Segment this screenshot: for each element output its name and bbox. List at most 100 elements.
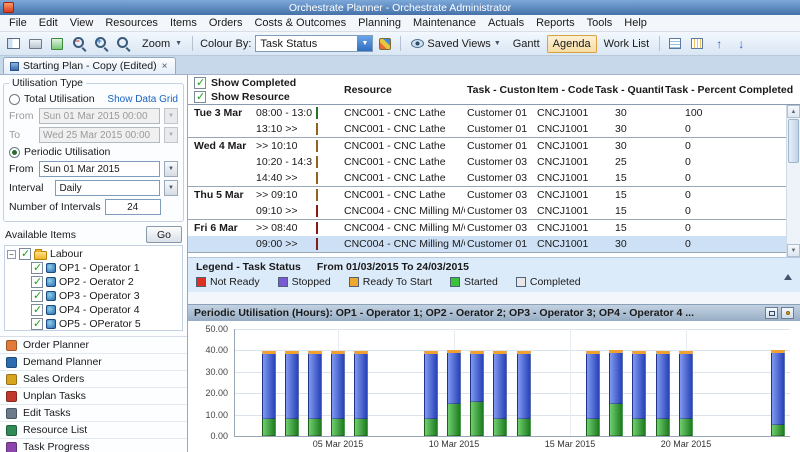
chevron-down-icon[interactable]: ▼ [357,36,372,51]
total-from-value: Sun 01 Mar 2015 00:00 [43,111,148,122]
gantt-button[interactable]: Gantt [508,35,545,53]
apply-colour-button[interactable] [375,34,395,54]
table-row[interactable]: Tue 3 Mar08:00 - 13:00CNC001 - CNC Lathe… [188,105,786,121]
menu-tools[interactable]: Tools [581,16,619,30]
table-row[interactable]: 10:20 - 14:30CNC001 - CNC LatheCustomer … [188,154,786,170]
cell-status [312,222,342,234]
tree-checkbox[interactable] [31,262,43,274]
menu-edit[interactable]: Edit [33,16,64,30]
collapse-legend-button[interactable] [784,262,792,274]
menu-resources[interactable]: Resources [99,16,164,30]
agenda-button[interactable]: Agenda [547,35,597,53]
nav-item-task-progress[interactable]: Task Progress [0,439,187,452]
tree-node-labour[interactable]: −Labour [7,247,180,261]
menu-actuals[interactable]: Actuals [482,16,530,30]
colour-by-combobox[interactable]: Task Status ▼ [255,35,373,52]
collapse-all-icon[interactable] [687,34,707,54]
menu-view[interactable]: View [64,16,100,30]
show-completed-checkbox[interactable]: Show Completed [194,77,342,89]
column-header-task-quantity[interactable]: Task - Quantity [593,84,663,96]
total-utilisation-radio[interactable] [9,94,20,105]
chart-pin-button[interactable] [781,307,794,319]
panel-splitter[interactable] [188,292,800,304]
collapse-icon[interactable]: − [7,250,16,259]
close-icon[interactable]: × [161,61,169,72]
column-header-item-code[interactable]: Item - Code [535,84,593,96]
scroll-down-icon[interactable]: ▼ [787,244,800,257]
menu-items[interactable]: Items [164,16,203,30]
legend-swatch [516,277,526,287]
tree-node-op2-oerator-2[interactable]: OP2 - Oerator 2 [31,275,180,289]
calendar-dropdown-icon[interactable]: ▼ [164,161,178,177]
menu-planning[interactable]: Planning [352,16,407,30]
work-list-button[interactable]: Work List [599,35,655,53]
paint-icon [379,38,391,50]
menu-file[interactable]: File [3,16,33,30]
saved-views-button[interactable]: Saved Views ▼ [406,35,505,53]
go-button[interactable]: Go [146,226,182,243]
periodic-utilisation-radio[interactable] [9,147,20,158]
table-row[interactable]: Fri 6 Mar>> 08:40CNC004 - CNC Milling M/… [188,220,786,236]
bar-segment-green [285,419,299,436]
nav-item-sales-orders[interactable]: Sales Orders [0,371,187,388]
periodic-from-field[interactable]: Sun 01 Mar 2015 [39,161,160,177]
bar-segment-green [771,425,785,436]
table-row[interactable]: 09:00 >>CNC004 - CNC Milling M/CCustomer… [188,236,786,252]
tree-checkbox[interactable] [31,276,43,288]
tree-node-op1-operator-1[interactable]: OP1 - Operator 1 [31,261,180,275]
x-axis-label: 05 Mar 2015 [303,439,373,449]
table-row[interactable]: 09:10 >>CNC004 - CNC Milling M/CCustomer… [188,203,786,219]
move-down-icon[interactable]: ↓ [731,34,751,54]
maximize-icon [769,311,775,316]
zoom-in-icon[interactable]: + [91,34,111,54]
tree-node-op5-operator-5[interactable]: OP5 - OPerator 5 [31,317,180,331]
print-icon[interactable] [25,34,45,54]
gridline [234,329,790,330]
nav-item-unplan-tasks[interactable]: Unplan Tasks [0,388,187,405]
tree-checkbox[interactable] [31,318,43,330]
menu-maintenance[interactable]: Maintenance [407,16,482,30]
zoom-fit-icon[interactable] [113,34,133,54]
expand-all-icon[interactable] [665,34,685,54]
menu-reports[interactable]: Reports [530,16,581,30]
table-row[interactable]: Wed 4 Mar>> 10:10CNC001 - CNC LatheCusto… [188,138,786,154]
tab-starting-plan[interactable]: Starting Plan - Copy (Edited) × [3,57,176,74]
zoom-dropdown-button[interactable]: Zoom ▼ [135,35,187,53]
move-up-icon[interactable]: ↑ [709,34,729,54]
nav-item-edit-tasks[interactable]: Edit Tasks [0,405,187,422]
tree-checkbox[interactable] [31,304,43,316]
nav-item-resource-list[interactable]: Resource List [0,422,187,439]
panels-icon[interactable] [3,34,23,54]
column-header-task-percent-completed[interactable]: Task - Percent Completed [663,84,800,96]
tree-checkbox[interactable] [31,290,43,302]
grid-vertical-scrollbar[interactable]: ▲ ▼ [786,105,800,257]
export-icon[interactable] [47,34,67,54]
table-row[interactable]: 13:10 >>CNC001 - CNC LatheCustomer 01CNC… [188,121,786,137]
legend-swatch [278,277,288,287]
column-header-resource[interactable]: Resource [342,84,465,96]
interval-dropdown-icon[interactable]: ▼ [164,180,178,196]
menu-costs-outcomes[interactable]: Costs & Outcomes [248,16,352,30]
zoom-out-icon[interactable]: − [69,34,89,54]
menu-help[interactable]: Help [618,16,653,30]
intervals-field[interactable]: 24 [105,199,161,215]
menu-orders[interactable]: Orders [203,16,249,30]
chart-title: Periodic Utilisation (Hours): OP1 - Oper… [194,307,694,319]
table-row[interactable]: Thu 5 Mar>> 09:10CNC001 - CNC LatheCusto… [188,187,786,203]
tree-checkbox[interactable] [19,248,31,260]
tree-node-op4-operator-4[interactable]: OP4 - Operator 4 [31,303,180,317]
scroll-up-icon[interactable]: ▲ [787,105,800,118]
interval-select[interactable]: Daily [55,180,160,196]
show-resource-checkbox[interactable]: Show Resource [194,91,342,103]
show-resource-label: Show Resource [211,91,290,103]
bar-segment-green [470,402,484,436]
scrollbar-thumb[interactable] [788,119,799,163]
chart-maximize-button[interactable] [765,307,778,319]
nav-item-order-planner[interactable]: Order Planner [0,337,187,354]
column-header-task-customer[interactable]: Task - Customer [465,84,535,96]
table-row[interactable]: 14:40 >>CNC001 - CNC LatheCustomer 03CNC… [188,170,786,186]
nav-item-demand-planner[interactable]: Demand Planner [0,354,187,371]
show-data-grid-link[interactable]: Show Data Grid [107,94,178,105]
tree-node-op3-operator-3[interactable]: OP3 - Operator 3 [31,289,180,303]
scrollbar-track[interactable] [787,164,800,244]
